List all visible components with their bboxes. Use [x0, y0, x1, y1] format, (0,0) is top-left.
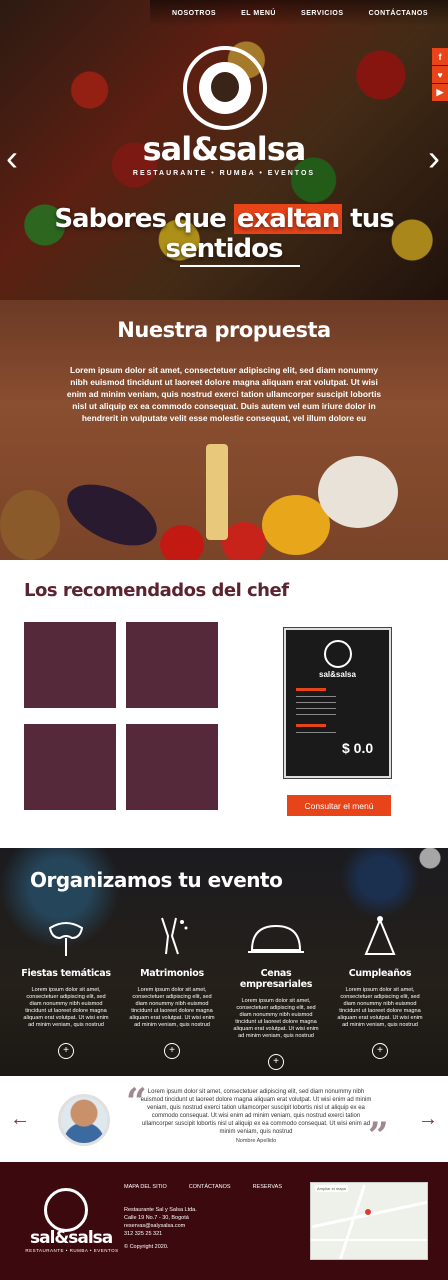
page: NOSOTROS EL MENÚ SERVICIOS CONTÁCTANOS f… [0, 0, 448, 1280]
footer-logo-icon[interactable] [44, 1188, 88, 1232]
lentils-image [0, 490, 60, 560]
menu-line [296, 708, 336, 709]
prev-testimonial-arrow-icon[interactable]: ← [10, 1108, 30, 1131]
menu-line [296, 702, 336, 703]
menu-row [296, 724, 326, 727]
propuesta-text: Lorem ipsum dolor sit amet, consectetuer… [66, 365, 382, 423]
plus-icon[interactable]: + [58, 1043, 74, 1059]
footer-links: MAPA DEL SITIO CONTÁCTANOS RESERVAS [124, 1184, 282, 1190]
close-quote-icon: ” [368, 1115, 389, 1157]
menu-line [296, 714, 336, 715]
event-card-fiestas[interactable]: Fiestas temáticas Lorem ipsum dolor sit … [20, 912, 112, 1059]
footer-address: Calle 19 No.7 - 30, Bogotá [124, 1215, 189, 1221]
footer-map[interactable]: Ampliar el mapa [310, 1182, 428, 1260]
nav-link-contactanos[interactable]: CONTÁCTANOS [369, 10, 428, 17]
event-card-matrimonios[interactable]: Matrimonios Lorem ipsum dolor sit amet, … [126, 912, 218, 1059]
pasta-image [206, 444, 228, 540]
eventos-title: Organizamos tu evento [30, 868, 283, 892]
youtube-icon[interactable]: ▶ [432, 84, 448, 101]
facebook-icon[interactable]: f [432, 48, 448, 65]
footer-link-reservas[interactable]: RESERVAS [253, 1184, 282, 1190]
tomato-image [222, 522, 266, 564]
event-title: Cumpleaños [348, 968, 412, 979]
nav-link-nosotros[interactable]: NOSOTROS [172, 10, 216, 17]
menu-logo-icon [324, 640, 352, 668]
hero-section: NOSOTROS EL MENÚ SERVICIOS CONTÁCTANOS f… [0, 0, 448, 300]
menu-line [296, 696, 336, 697]
chef-section: Los recomendados del chef sal&salsa $ 0.… [0, 560, 448, 848]
next-testimonial-arrow-icon[interactable]: → [418, 1108, 438, 1131]
footer-tagline: RESTAURANTE • RUMBA • EVENTOS [25, 1248, 119, 1253]
party-hat-icon [334, 912, 426, 960]
map-road [311, 1239, 427, 1241]
menu-row [296, 688, 326, 691]
olive-bowl-image [318, 456, 398, 528]
plus-icon[interactable]: + [372, 1043, 388, 1059]
footer-copyright: © Copyright 2020. [124, 1244, 169, 1250]
footer-link-mapa[interactable]: MAPA DEL SITIO [124, 1184, 167, 1190]
footer-company: Restaurante Sal y Salsa Ltda. [124, 1207, 197, 1213]
map-expand-link[interactable]: Ampliar el mapa [315, 1185, 348, 1192]
eggplant-image [57, 472, 167, 558]
footer: sal&salsa RESTAURANTE • RUMBA • EVENTOS … [0, 1162, 448, 1280]
nav-link-menu[interactable]: EL MENÚ [241, 10, 276, 17]
hero-headline: Sabores que exaltan tus sentidos [0, 204, 448, 264]
map-pin-icon [365, 1209, 371, 1215]
menu-line [296, 732, 336, 733]
menu-price: $ 0.0 [342, 740, 374, 756]
testimonial-text: Lorem ipsum dolor sit amet, consectetuer… [140, 1089, 372, 1135]
propuesta-title: Nuestra propuesta [117, 318, 331, 342]
menu-card-image[interactable]: sal&salsa $ 0.0 [283, 627, 392, 779]
footer-link-contactanos[interactable]: CONTÁCTANOS [189, 1184, 231, 1190]
event-card-cenas[interactable]: Cenas empresariales Lorem ipsum dolor si… [230, 912, 322, 1070]
testimonial-section: ← “ Lorem ipsum dolor sit amet, consecte… [0, 1076, 448, 1162]
testimonial-author: Nombre Apellido [235, 1138, 277, 1144]
menu-card-title: sal&salsa [319, 670, 356, 679]
map-road [311, 1200, 427, 1229]
instagram-icon[interactable]: ♥ [432, 66, 448, 83]
footer-brand: sal&salsa [30, 1228, 113, 1248]
consultar-menu-button[interactable]: Consultar el menú [287, 795, 391, 816]
event-text: Lorem ipsum dolor sit amet, consectetuer… [23, 987, 109, 1028]
roast-chicken-icon [230, 912, 322, 960]
hero-brand: sal&salsa [142, 130, 307, 168]
propuesta-section: Nuestra propuesta Lorem ipsum dolor sit … [0, 300, 448, 565]
event-text: Lorem ipsum dolor sit amet, consectetuer… [129, 987, 215, 1028]
plus-icon[interactable]: + [164, 1043, 180, 1059]
event-title: Cenas empresariales [239, 968, 313, 990]
event-title: Fiestas temáticas [21, 968, 111, 979]
map-road [339, 1184, 366, 1259]
nav-link-servicios[interactable]: SERVICIOS [301, 10, 344, 17]
mask-icon [20, 912, 112, 960]
dish-tile[interactable] [24, 724, 116, 810]
hero-tagline: RESTAURANTE • RUMBA • EVENTOS [132, 170, 316, 177]
plus-icon[interactable]: + [268, 1054, 284, 1070]
hero-divider [180, 265, 300, 267]
event-text: Lorem ipsum dolor sit amet, consectetuer… [337, 987, 423, 1028]
social-bar: f ♥ ▶ [432, 48, 448, 102]
chef-title: Los recomendados del chef [24, 580, 289, 601]
avatar [58, 1094, 110, 1146]
champagne-icon [126, 912, 218, 960]
footer-contact-info: Restaurante Sal y Salsa Ltda. Calle 19 N… [124, 1206, 197, 1238]
event-title: Matrimonios [140, 968, 204, 979]
headline-highlight: exaltan [233, 204, 343, 234]
footer-phone: 312 325 25 321 [124, 1231, 163, 1237]
event-text: Lorem ipsum dolor sit amet, consectetuer… [233, 998, 319, 1039]
tomato-image [160, 525, 204, 565]
dish-tile[interactable] [24, 622, 116, 708]
footer-email[interactable]: reservas@salysalsa.com [124, 1222, 197, 1230]
main-nav: NOSOTROS EL MENÚ SERVICIOS CONTÁCTANOS [150, 0, 448, 26]
event-card-cumpleanos[interactable]: Cumpleaños Lorem ipsum dolor sit amet, c… [334, 912, 426, 1059]
logo-icon[interactable] [183, 46, 267, 130]
dish-tile[interactable] [126, 724, 218, 810]
eventos-section: Organizamos tu evento Fiestas temáticas … [0, 848, 448, 1076]
dish-tile[interactable] [126, 622, 218, 708]
headline-pre: Sabores que [54, 204, 234, 234]
